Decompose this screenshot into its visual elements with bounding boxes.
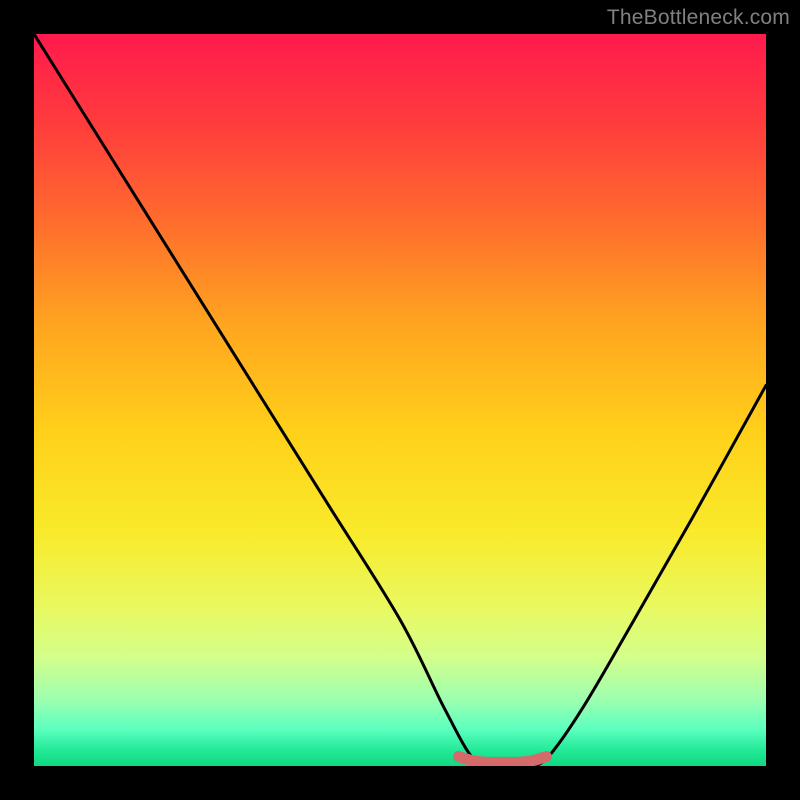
curve-layer (34, 34, 766, 766)
plot-area (34, 34, 766, 766)
bottleneck-curve (34, 34, 766, 766)
highlight-segment (459, 756, 547, 762)
watermark-text: TheBottleneck.com (607, 6, 790, 30)
chart-frame: TheBottleneck.com (0, 0, 800, 800)
